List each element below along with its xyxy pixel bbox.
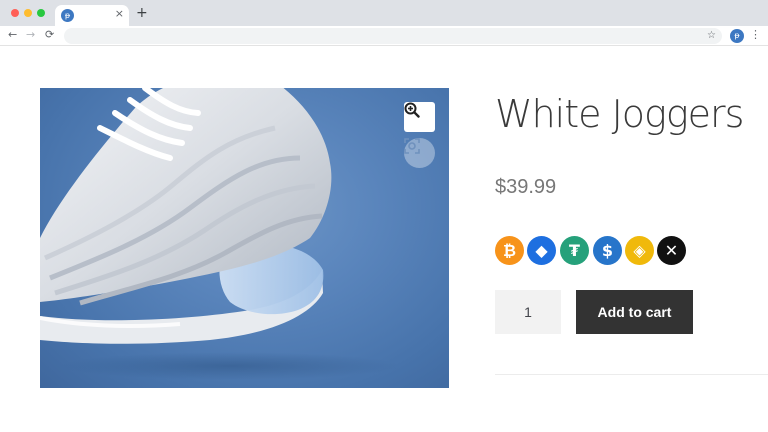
browser-toolbar: ← → ⟳ ☆ ᵽ ⋮ — [0, 26, 768, 46]
back-arrow-icon[interactable]: ← — [8, 28, 17, 41]
ethereum-icon: ◆ — [527, 236, 556, 265]
browser-tab-bar: ᵽ × + — [0, 0, 768, 26]
sneaker-image — [40, 88, 400, 380]
address-bar[interactable]: ☆ — [64, 28, 722, 44]
magnify-plus-icon — [404, 102, 420, 118]
close-tab-icon[interactable]: × — [115, 7, 124, 20]
image-scan-button[interactable] — [404, 138, 435, 168]
browser-tab[interactable]: ᵽ × — [55, 5, 129, 26]
quantity-input[interactable] — [495, 290, 561, 334]
new-tab-button[interactable]: + — [136, 5, 148, 21]
forward-arrow-icon[interactable]: → — [26, 28, 35, 41]
close-window-button[interactable] — [11, 9, 19, 17]
camera-scan-icon — [404, 138, 420, 154]
tether-icon: ₮ — [560, 236, 589, 265]
usd-coin-icon: $ — [593, 236, 622, 265]
add-to-cart-button[interactable]: Add to cart — [576, 290, 693, 334]
reload-icon[interactable]: ⟳ — [45, 28, 54, 41]
binance-usd-icon: ◈ — [625, 236, 654, 265]
bitcoin-icon: ₿ — [495, 236, 524, 265]
browser-menu-icon[interactable]: ⋮ — [750, 28, 761, 41]
bookmark-star-icon[interactable]: ☆ — [707, 28, 716, 44]
site-favicon-icon: ᵽ — [61, 9, 74, 22]
profile-avatar-icon[interactable]: ᵽ — [730, 29, 744, 43]
product-price: $39.99 — [495, 176, 557, 198]
maximize-window-button[interactable] — [37, 9, 45, 17]
product-image[interactable] — [40, 88, 449, 388]
product-title: White Joggers — [495, 92, 744, 136]
image-zoom-button[interactable] — [404, 102, 435, 132]
divider — [495, 374, 768, 375]
xrp-icon: ✕ — [657, 236, 686, 265]
minimize-window-button[interactable] — [24, 9, 32, 17]
